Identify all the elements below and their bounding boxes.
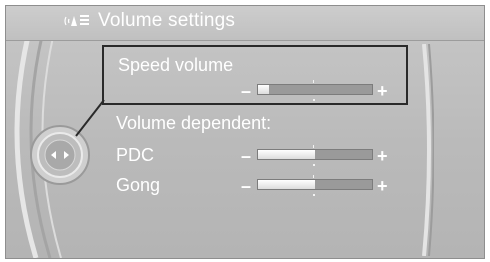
speed-volume-increase-button[interactable]: + (377, 82, 388, 100)
pdc-center-tick (313, 145, 314, 148)
pdc-slider[interactable] (257, 149, 373, 160)
speed-volume-center-dot (313, 99, 315, 101)
gong-slider[interactable] (257, 179, 373, 190)
gong-center-dot (313, 194, 315, 196)
gong-center-tick (313, 175, 314, 178)
pdc-increase-button[interactable]: + (377, 147, 388, 165)
speed-volume-decrease-button[interactable]: – (241, 82, 251, 100)
speed-volume-slider[interactable] (257, 84, 373, 95)
speed-volume-selection-frame[interactable]: Speed volume (102, 45, 408, 105)
speaker-settings-icon (64, 15, 89, 26)
speed-volume-center-tick (313, 80, 314, 83)
page-title: Volume settings (98, 10, 236, 31)
volume-dependent-heading: Volume dependent: (116, 113, 272, 133)
speed-volume-slider-fill (258, 85, 270, 94)
gong-decrease-button[interactable]: – (241, 177, 251, 195)
title-bar: Volume settings (6, 6, 484, 41)
gong-label[interactable]: Gong (116, 175, 160, 196)
pdc-slider-fill (258, 150, 315, 159)
volume-settings-screen: Volume settings Speed volume – + Volume … (5, 5, 485, 259)
pdc-center-dot (313, 164, 315, 166)
scroll-rail[interactable] (422, 44, 434, 256)
gong-increase-button[interactable]: + (377, 177, 388, 195)
pdc-label[interactable]: PDC (116, 145, 154, 166)
speed-volume-label: Speed volume (118, 55, 234, 75)
pdc-decrease-button[interactable]: – (241, 147, 251, 165)
gong-slider-fill (258, 180, 315, 189)
